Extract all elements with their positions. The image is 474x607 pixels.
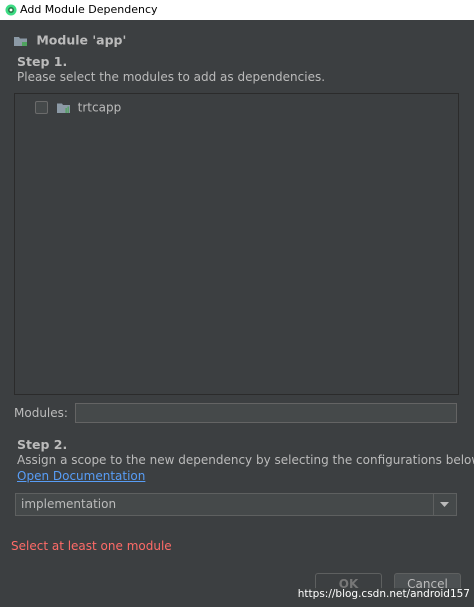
chevron-down-icon (440, 502, 449, 507)
module-header: Module 'app' (14, 32, 126, 48)
dropdown-arrow-button[interactable] (433, 494, 456, 515)
step2-title: Step 2. (17, 437, 68, 452)
step1-title: Step 1. (17, 54, 68, 69)
window-title: Add Module Dependency (20, 3, 158, 16)
module-header-label: Module 'app' (36, 32, 127, 48)
step2-description: Assign a scope to the new dependency by … (17, 453, 474, 467)
open-documentation-link[interactable]: Open Documentation (17, 469, 145, 483)
list-item-label: trtcapp (77, 100, 122, 115)
module-folder-icon (14, 36, 27, 46)
module-checkbox[interactable] (35, 101, 48, 114)
modules-field-label: Modules: (14, 406, 68, 420)
validation-error: Select at least one module (11, 539, 172, 553)
modules-input[interactable] (75, 403, 457, 423)
scope-selected-value: implementation (21, 497, 117, 511)
list-item[interactable]: trtcapp (35, 98, 121, 116)
android-studio-icon (5, 4, 17, 16)
step1-description: Please select the modules to add as depe… (17, 70, 326, 84)
module-folder-icon (56, 103, 70, 113)
watermark-text: https://blog.csdn.net/android157 (295, 588, 472, 600)
scope-dropdown[interactable]: implementation (15, 493, 457, 516)
title-bar: Add Module Dependency (0, 0, 474, 20)
add-module-dependency-dialog: Add Module Dependency Module 'app' Step … (0, 0, 474, 607)
modules-list[interactable]: trtcapp (14, 93, 459, 395)
